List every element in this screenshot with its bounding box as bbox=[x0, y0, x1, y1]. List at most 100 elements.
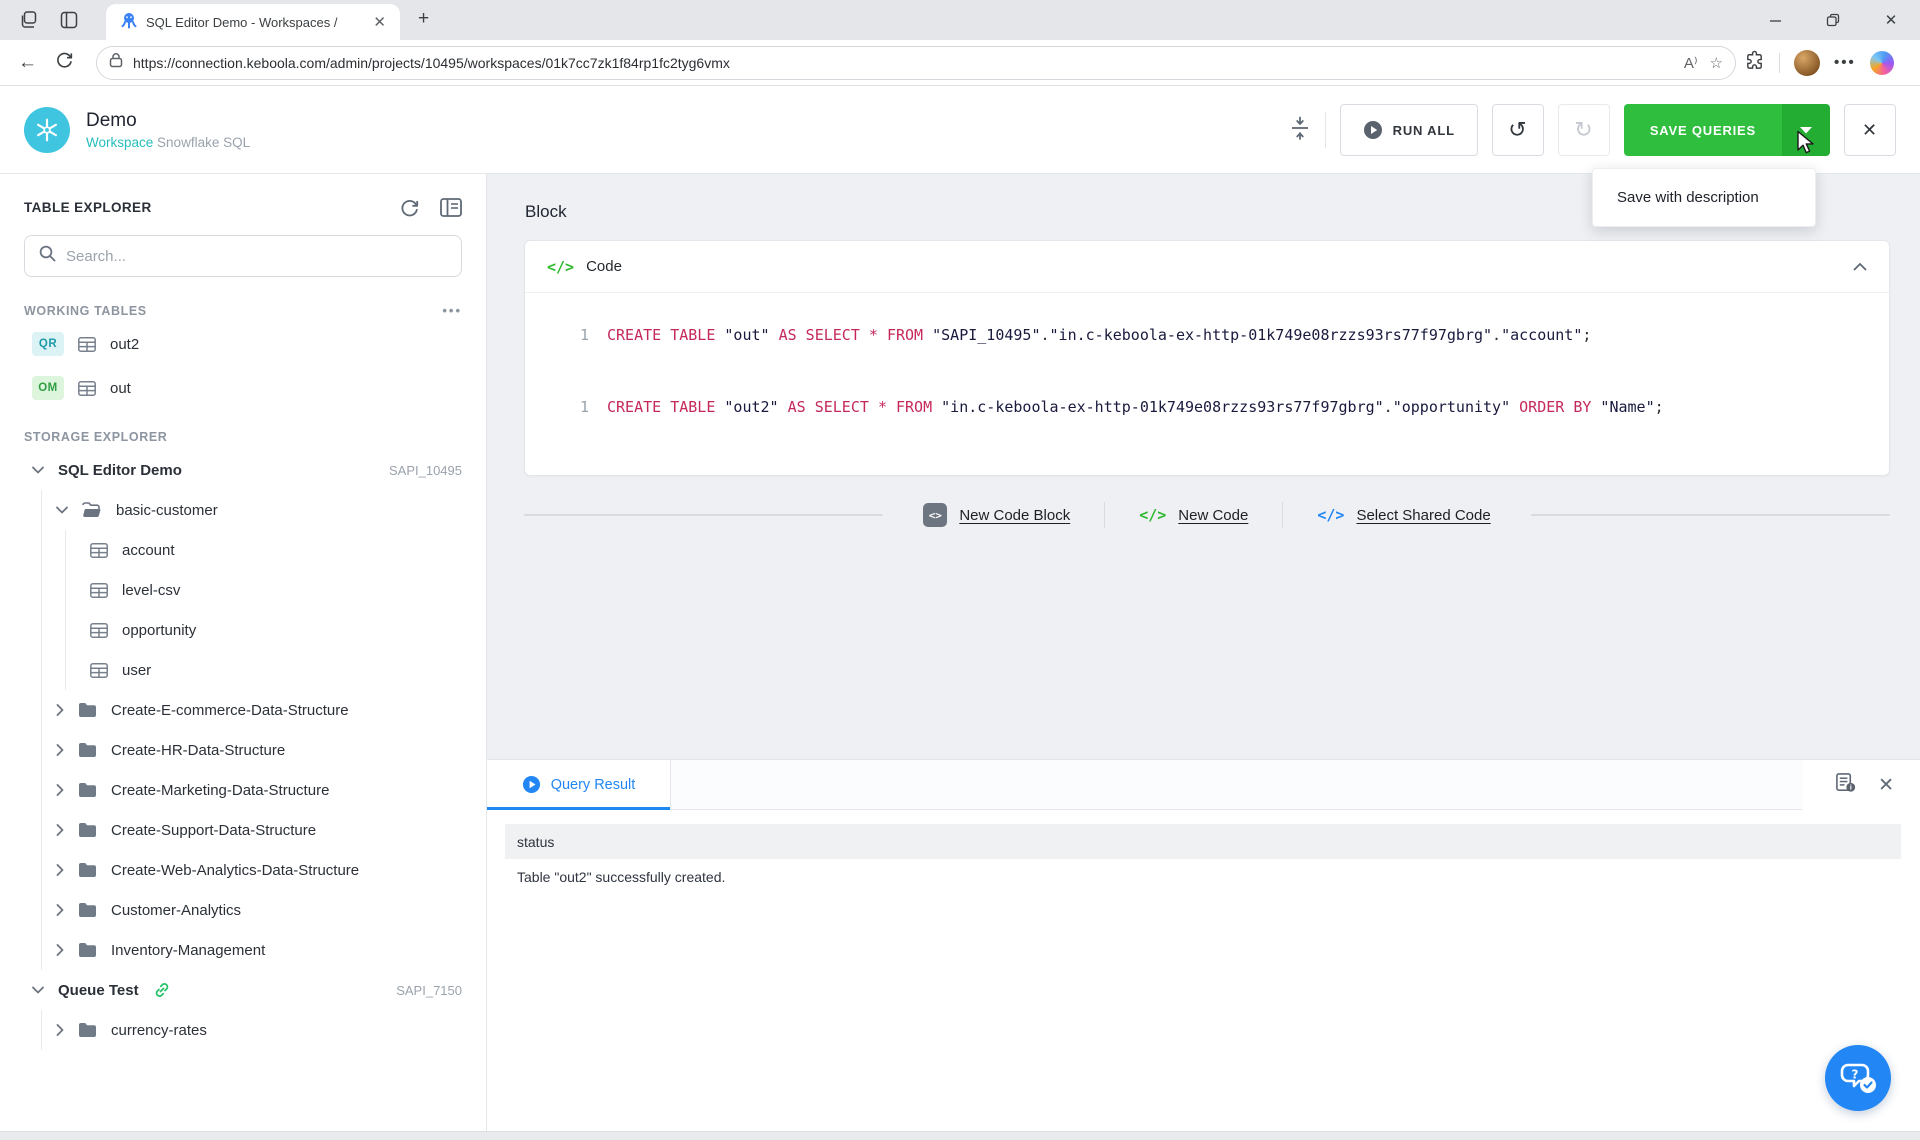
collapse-card-icon[interactable] bbox=[1853, 258, 1867, 276]
workspace-title: Demo bbox=[86, 110, 250, 132]
table-icon bbox=[78, 381, 96, 396]
table-icon bbox=[90, 663, 108, 678]
save-with-description-item[interactable]: Save with description bbox=[1593, 189, 1759, 206]
sql-code: CREATE TABLE "out" AS SELECT * FROM "SAP… bbox=[607, 323, 1591, 347]
storage-bucket-row[interactable]: Create-Web-Analytics-Data-Structure bbox=[42, 850, 486, 890]
toggle-panel-icon[interactable] bbox=[440, 198, 462, 217]
sql-token bbox=[923, 326, 932, 344]
table-alias-badge: OM bbox=[32, 376, 64, 400]
action-select-shared-code[interactable]: </>Select Shared Code bbox=[1317, 506, 1490, 524]
table-icon bbox=[90, 623, 108, 638]
storage-bucket-row[interactable]: Create-Marketing-Data-Structure bbox=[42, 770, 486, 810]
mouse-cursor bbox=[1794, 130, 1818, 156]
action-new-code-block[interactable]: <>New Code Block bbox=[923, 503, 1070, 527]
storage-bucket-row[interactable]: basic-customer bbox=[42, 490, 486, 530]
action-new-code[interactable]: </>New Code bbox=[1139, 506, 1248, 524]
sql-token bbox=[860, 326, 869, 344]
browser-tab[interactable]: SQL Editor Demo - Workspaces / ✕ bbox=[106, 4, 400, 40]
profile-avatar[interactable] bbox=[1794, 50, 1820, 76]
read-aloud-icon[interactable]: A⁾ bbox=[1684, 54, 1698, 72]
sql-token: * bbox=[878, 398, 887, 416]
storage-table-row[interactable]: user bbox=[66, 650, 486, 690]
favorites-star-icon[interactable]: ☆ bbox=[1710, 54, 1723, 72]
table-search[interactable] bbox=[24, 235, 462, 277]
close-workspace-button[interactable]: ✕ bbox=[1844, 104, 1896, 156]
undo-icon: ↺ bbox=[1508, 117, 1527, 143]
sql-query-line[interactable]: 1CREATE TABLE "out2" AS SELECT * FROM "i… bbox=[543, 395, 1871, 419]
storage-table-row[interactable]: account bbox=[66, 530, 486, 570]
folder-closed-icon bbox=[78, 702, 97, 718]
redo-icon: ↻ bbox=[1574, 117, 1593, 143]
project-id-badge: SAPI_7150 bbox=[396, 983, 462, 998]
storage-explorer-title: STORAGE EXPLORER bbox=[24, 430, 462, 444]
chevron-right-icon bbox=[56, 744, 64, 756]
table-alias-badge: QR bbox=[32, 332, 64, 356]
save-queries-button[interactable]: SAVE QUERIES bbox=[1624, 104, 1782, 156]
tab-close-icon[interactable]: ✕ bbox=[369, 13, 390, 31]
window-close-button[interactable]: ✕ bbox=[1862, 0, 1920, 40]
help-chat-button[interactable]: ? bbox=[1825, 1045, 1891, 1111]
close-result-icon[interactable]: ✕ bbox=[1878, 774, 1894, 797]
query-result-panel: Query Result i ✕ status Table "out2" suc… bbox=[487, 759, 1920, 1140]
workspaces-icon[interactable] bbox=[18, 9, 40, 31]
chat-help-icon: ? bbox=[1839, 1061, 1877, 1095]
storage-bucket-row[interactable]: Create-Support-Data-Structure bbox=[42, 810, 486, 850]
storage-bucket-row[interactable]: currency-rates bbox=[42, 1010, 486, 1050]
sql-token: AS SELECT bbox=[779, 326, 860, 344]
query-result-tab-label: Query Result bbox=[551, 777, 636, 793]
copilot-icon[interactable] bbox=[1870, 51, 1894, 75]
sql-token: "account" bbox=[1501, 326, 1582, 344]
search-input[interactable] bbox=[66, 248, 447, 265]
window-minimize-button[interactable] bbox=[1746, 0, 1804, 40]
chevron-down-icon bbox=[32, 986, 44, 994]
save-queries-label: SAVE QUERIES bbox=[1650, 123, 1756, 138]
back-button[interactable]: ← bbox=[18, 52, 37, 74]
storage-bucket-row[interactable]: Inventory-Management bbox=[42, 930, 486, 970]
window-restore-button[interactable] bbox=[1804, 0, 1862, 40]
bucket-label: basic-customer bbox=[116, 502, 218, 519]
query-result-tab[interactable]: Query Result bbox=[487, 760, 671, 809]
folder-closed-icon bbox=[78, 942, 97, 958]
undo-button[interactable]: ↺ bbox=[1492, 104, 1544, 156]
run-all-button[interactable]: RUN ALL bbox=[1340, 104, 1478, 156]
working-tables-menu-icon[interactable]: ••• bbox=[442, 303, 462, 318]
folder-open-icon bbox=[82, 502, 102, 518]
action-divider bbox=[1104, 502, 1105, 528]
storage-table-row[interactable]: level-csv bbox=[66, 570, 486, 610]
svg-text:?: ? bbox=[1852, 1068, 1859, 1082]
chevron-right-icon bbox=[56, 864, 64, 876]
workspace-header: Demo Workspace Snowflake SQL RUN ALL ↺ ↻… bbox=[0, 86, 1920, 174]
working-table-label: out2 bbox=[110, 336, 139, 353]
sql-token: FROM bbox=[887, 326, 923, 344]
storage-bucket-row[interactable]: Create-HR-Data-Structure bbox=[42, 730, 486, 770]
storage-project-row[interactable]: SQL Editor DemoSAPI_10495 bbox=[0, 450, 486, 490]
search-icon bbox=[39, 245, 56, 267]
address-bar[interactable]: https://connection.keboola.com/admin/pro… bbox=[96, 46, 1736, 80]
sql-query-line[interactable]: 1CREATE TABLE "out" AS SELECT * FROM "SA… bbox=[543, 323, 1871, 347]
table-label: level-csv bbox=[122, 582, 180, 599]
sql-token: CREATE TABLE bbox=[607, 398, 715, 416]
folder-closed-icon bbox=[78, 782, 97, 798]
storage-table-row[interactable]: opportunity bbox=[66, 610, 486, 650]
vertical-tabs-icon[interactable] bbox=[58, 9, 80, 31]
refresh-tables-icon[interactable] bbox=[399, 198, 420, 217]
storage-project-row[interactable]: Queue TestSAPI_7150 bbox=[0, 970, 486, 1010]
code-actions-row: <>New Code Block </>New Code </>Select Sha… bbox=[524, 502, 1890, 528]
sql-editor[interactable]: 1CREATE TABLE "out" AS SELECT * FROM "SA… bbox=[525, 293, 1889, 475]
storage-bucket-row[interactable]: Customer-Analytics bbox=[42, 890, 486, 930]
collapse-blocks-icon[interactable] bbox=[1289, 116, 1311, 145]
browser-toolbar: ← https://connection.keboola.com/admin/p… bbox=[0, 40, 1920, 86]
browser-menu-icon[interactable]: ••• bbox=[1834, 54, 1856, 71]
extensions-icon[interactable] bbox=[1744, 50, 1765, 76]
working-table-item[interactable]: QR out2 bbox=[0, 322, 486, 366]
storage-bucket-row[interactable]: Create-E-commerce-Data-Structure bbox=[42, 690, 486, 730]
lock-icon bbox=[109, 52, 123, 73]
new-tab-button[interactable]: + bbox=[418, 8, 429, 30]
refresh-button[interactable] bbox=[55, 50, 74, 75]
chevron-right-icon bbox=[56, 904, 64, 916]
working-table-item[interactable]: OMout bbox=[0, 366, 486, 410]
table-info-icon[interactable]: i bbox=[1835, 772, 1856, 798]
table-label: account bbox=[122, 542, 175, 559]
sql-token bbox=[770, 326, 779, 344]
redo-button[interactable]: ↻ bbox=[1558, 104, 1610, 156]
